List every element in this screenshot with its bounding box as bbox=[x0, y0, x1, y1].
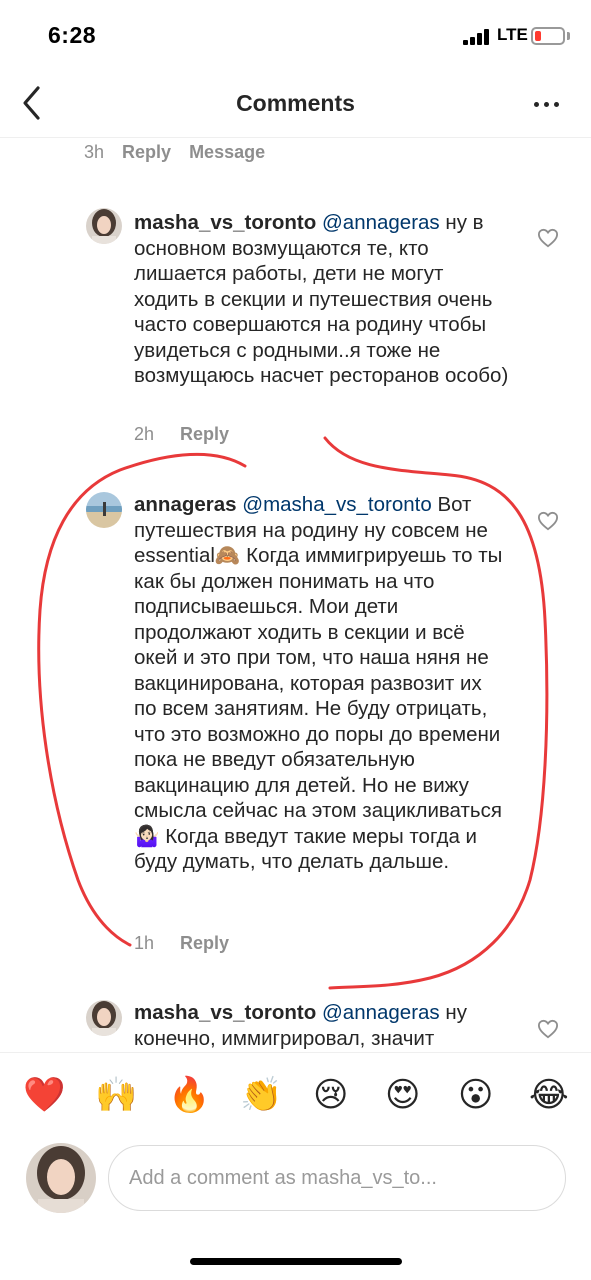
heart-eyes-emoji-button[interactable]: 😍 bbox=[385, 1075, 420, 1115]
battery-icon bbox=[531, 27, 565, 45]
shrug-emoji: 🤷🏻‍♀️ bbox=[134, 824, 160, 848]
heart-emoji-button[interactable]: ❤️ bbox=[23, 1075, 65, 1115]
home-indicator bbox=[190, 1258, 402, 1265]
avatar[interactable] bbox=[86, 1000, 122, 1036]
status-bar: 6:28 LTE bbox=[0, 0, 591, 70]
comment-username[interactable]: masha_vs_toronto bbox=[134, 1001, 316, 1024]
more-options-icon[interactable] bbox=[534, 102, 560, 108]
like-heart-icon[interactable] bbox=[537, 511, 559, 531]
comment-mention[interactable]: @annageras bbox=[322, 211, 440, 234]
surprised-emoji-button[interactable]: 😮 bbox=[458, 1075, 493, 1115]
header: Comments bbox=[0, 70, 591, 138]
like-heart-icon[interactable] bbox=[537, 1019, 559, 1039]
reply-button[interactable]: Reply bbox=[122, 142, 171, 162]
comment-time: 1h bbox=[134, 933, 155, 953]
current-user-avatar bbox=[26, 1143, 96, 1213]
comment-mention[interactable]: @masha_vs_toronto bbox=[242, 493, 431, 516]
comment-mention[interactable]: @annageras bbox=[322, 1001, 440, 1024]
reply-button[interactable]: Reply bbox=[180, 424, 229, 444]
comment-text: Когда введут такие меры тогда и буду дум… bbox=[134, 824, 478, 874]
like-heart-icon[interactable] bbox=[537, 228, 559, 248]
raised-hands-emoji-button[interactable]: 🙌 bbox=[95, 1075, 137, 1115]
comment-username[interactable]: masha_vs_toronto bbox=[134, 211, 316, 234]
avatar[interactable] bbox=[86, 208, 122, 244]
avatar[interactable] bbox=[86, 492, 122, 528]
comment-body: masha_vs_toronto @annageras ну в основно… bbox=[134, 210, 509, 389]
fire-emoji-button[interactable]: 🔥 bbox=[168, 1075, 210, 1115]
laughing-emoji-button[interactable]: 😂 bbox=[529, 1075, 569, 1115]
comment-username[interactable]: annageras bbox=[134, 493, 237, 516]
comment-meta: 1h Reply bbox=[134, 933, 229, 954]
comment-meta: 2h Reply bbox=[134, 424, 229, 445]
prev-comment-meta: 3h Reply Message bbox=[84, 142, 265, 163]
comment-body: masha_vs_toronto @annageras ну конечно, … bbox=[134, 1000, 509, 1051]
battery-cap bbox=[567, 32, 570, 40]
message-button[interactable]: Message bbox=[189, 142, 265, 162]
signal-icon bbox=[463, 29, 493, 45]
monkey-emoji: 🙈 bbox=[214, 544, 241, 567]
crying-emoji-button[interactable]: 😢 bbox=[313, 1075, 348, 1115]
comment-text: ну в основном возмущаются те, кто лишает… bbox=[134, 211, 509, 387]
clap-emoji-button[interactable]: 👏 bbox=[240, 1075, 282, 1115]
comment-text: Когда иммигрируешь то ты как бы должен п… bbox=[134, 544, 503, 822]
reply-button[interactable]: Reply bbox=[180, 933, 229, 953]
network-label: LTE bbox=[497, 25, 528, 44]
status-time: 6:28 bbox=[48, 22, 97, 48]
comment-body: annageras @masha_vs_toronto Вот путешест… bbox=[134, 492, 504, 875]
emoji-quick-bar: ❤️ 🙌 🔥 👏 😢 😍 😮 😂 bbox=[0, 1052, 591, 1138]
comment-time: 3h bbox=[84, 142, 105, 162]
comment-time: 2h bbox=[134, 424, 155, 444]
comment-input[interactable] bbox=[108, 1145, 566, 1211]
page-title: Comments bbox=[236, 90, 355, 116]
